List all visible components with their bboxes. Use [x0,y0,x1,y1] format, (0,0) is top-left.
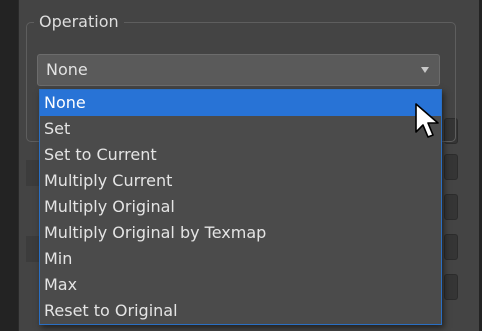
background-field [444,274,458,300]
dropdown-item[interactable]: Multiply Original [40,194,441,220]
dropdown-item[interactable]: Min [40,246,441,272]
dropdown-item[interactable]: Max [40,272,441,298]
background-field [444,154,458,180]
background-strip [26,236,40,262]
background-field [444,234,458,260]
group-title: Operation [34,12,124,32]
dropdown-item[interactable]: Multiply Current [40,168,441,194]
triangle-down-icon[interactable] [421,67,429,73]
dropdown-item[interactable]: Multiply Original by Texmap [40,220,441,246]
combo-value: None [46,60,88,79]
dropdown-item[interactable]: None [40,90,441,116]
dropdown-item[interactable]: Set to Current [40,142,441,168]
dropdown-items: None Set Set to Current Multiply Current Mul… [40,90,441,324]
arrow-cursor-icon [415,103,439,138]
background-field [444,194,458,220]
dropdown-item[interactable]: Set [40,116,441,142]
app-window: Operation None None Set Set to Current Mult… [0,0,482,331]
operation-combobox[interactable]: None [37,54,440,86]
operation-dropdown-list[interactable]: None Set Set to Current Multiply Current Mul… [39,89,442,325]
background-strip [26,160,40,186]
dropdown-item[interactable]: Reset to Original [40,298,441,324]
